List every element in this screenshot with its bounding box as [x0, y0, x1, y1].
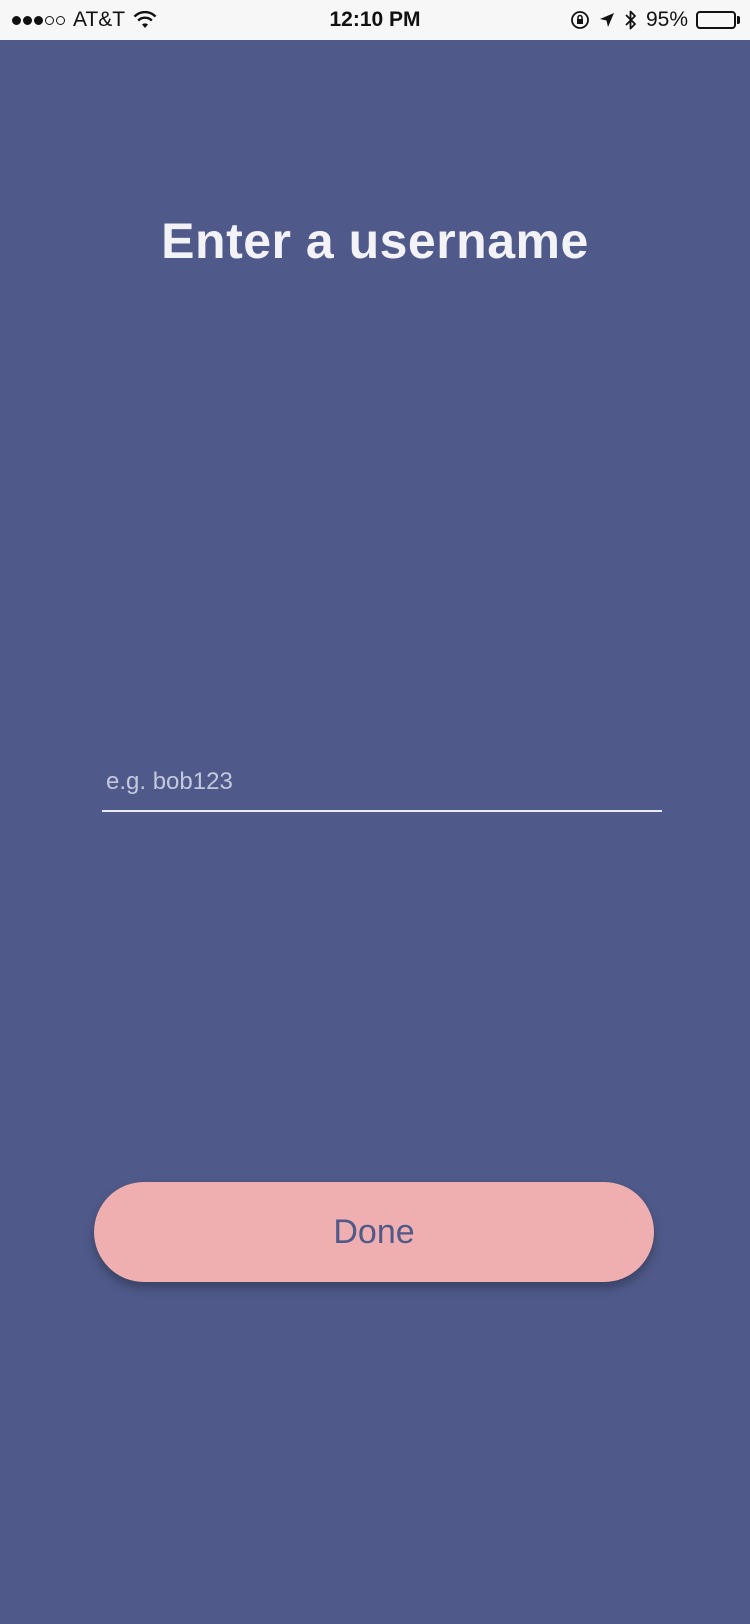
location-arrow-icon	[598, 11, 616, 29]
username-field-underline	[102, 762, 662, 812]
lock-rotation-icon	[570, 10, 590, 30]
battery-icon	[696, 11, 740, 29]
username-input[interactable]	[102, 762, 662, 810]
page-title: Enter a username	[161, 213, 589, 269]
battery-percent: 95%	[645, 8, 688, 31]
status-bar-right: 95%	[570, 0, 740, 40]
status-bar: AT&T 12:10 PM 95%	[0, 0, 750, 40]
bluetooth-icon	[624, 9, 638, 31]
username-screen: AT&T 12:10 PM 95% Enter a username e.g. …	[0, 0, 750, 1624]
done-button[interactable]: Done	[94, 1182, 654, 1282]
